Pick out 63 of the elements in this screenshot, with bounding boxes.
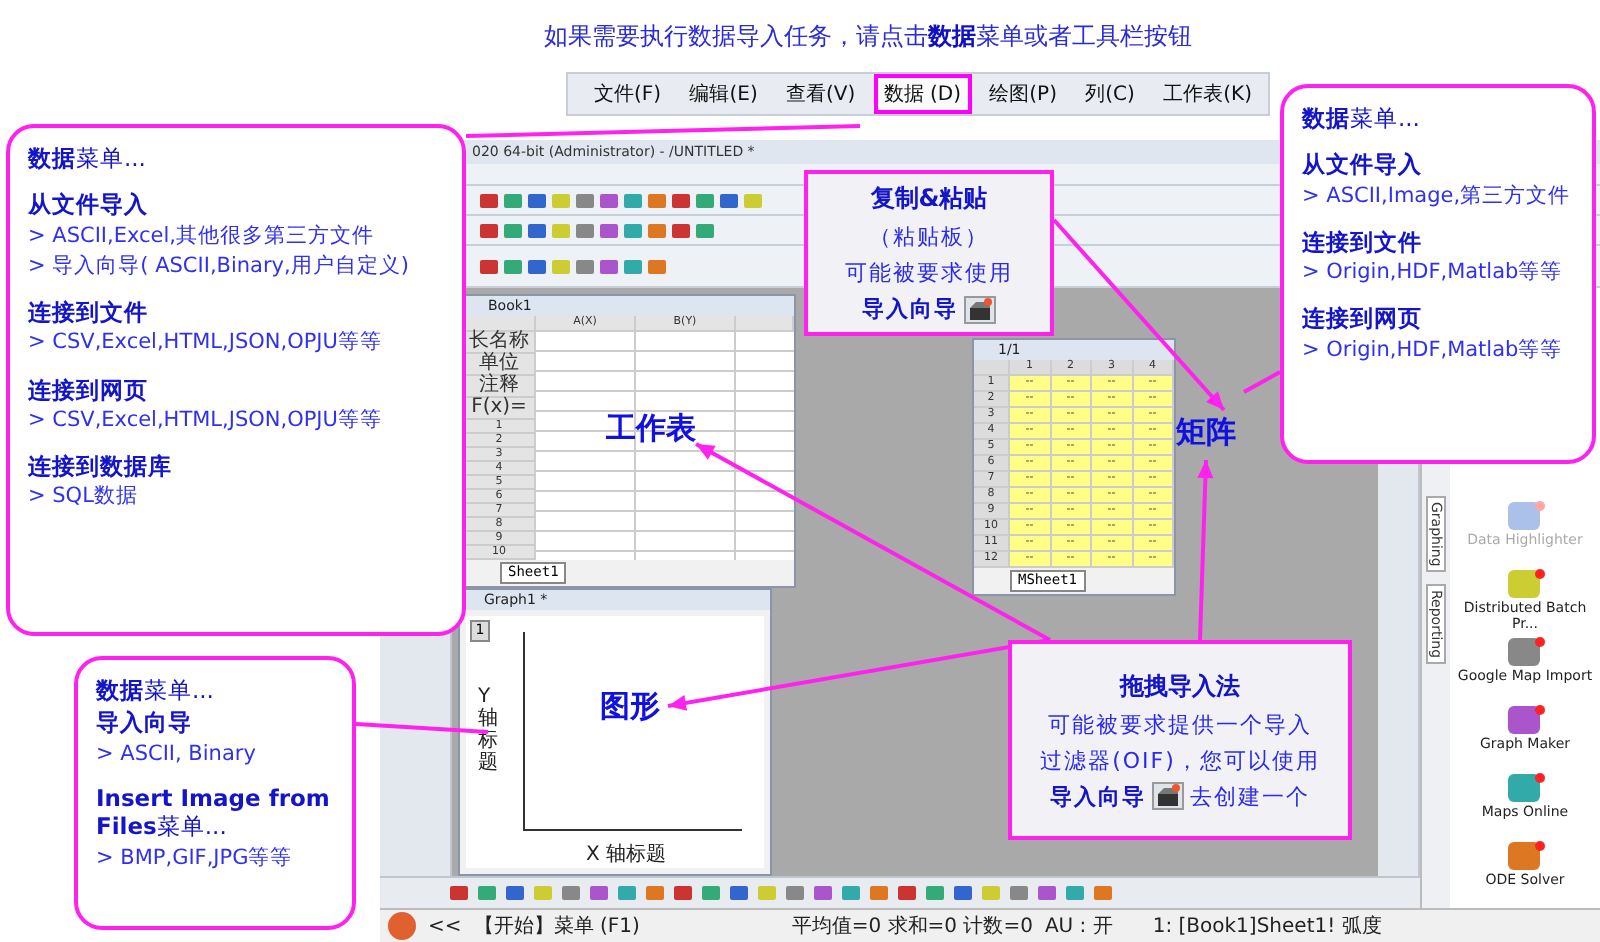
callout-text: 去创建一个 <box>1190 781 1310 811</box>
table-cell <box>464 316 536 332</box>
menu-item[interactable]: 工作表(K) <box>1153 74 1262 114</box>
callout-item: > CSV,Excel,HTML,JSON,OPJU等等 <box>28 330 384 357</box>
callout-heading: 连接到网页 <box>1302 304 1424 334</box>
callout-title: 复制&粘贴 <box>870 182 988 216</box>
row-header: F(x)= <box>464 398 536 420</box>
callout-item: > Origin,HDF,Matlab等等 <box>1302 260 1565 287</box>
callout-item: > CSV,Excel,HTML,JSON,OPJU等等 <box>28 407 384 434</box>
window-type-label: 矩阵 <box>1176 414 1236 452</box>
status-sheet: 1: [Book1]Sheet1! 弧度 <box>1152 913 1382 940</box>
callout-text: 导入向导 <box>1050 781 1146 811</box>
callout-item: > Origin,HDF,Matlab等等 <box>1302 337 1565 364</box>
menu-item[interactable]: 绘图(P) <box>979 74 1067 114</box>
app-icon[interactable] <box>1505 772 1545 804</box>
import-wizard-icon <box>1152 782 1184 810</box>
callout-heading: 连接到文件 <box>28 298 150 327</box>
menu-item[interactable]: 编辑(E) <box>679 74 768 114</box>
callout-heading: 连接到数据库 <box>28 452 174 481</box>
callout-title: 拖拽导入法 <box>1120 669 1240 703</box>
x-axis-title: X 轴标题 <box>586 841 667 868</box>
callout-heading: 数据菜单... <box>28 144 148 173</box>
app-icon[interactable] <box>1505 500 1545 532</box>
callout-heading: 连接到网页 <box>28 375 150 404</box>
menu-item[interactable]: 文件(F) <box>584 74 672 114</box>
callout-item: > ASCII, Binary <box>96 741 258 768</box>
callout-item: > BMP,GIF,JPG等等 <box>96 845 295 872</box>
menu-item[interactable]: 查看(V) <box>776 74 866 114</box>
callout-text: 过滤器(OIF)，您可以使用 <box>1040 745 1320 775</box>
callout-text: （粘贴板） <box>869 222 989 252</box>
callout-heading: 从文件导入 <box>28 190 150 220</box>
status-hint: 【开始】菜单 (F1) <box>473 913 640 940</box>
app-icon[interactable] <box>1505 568 1545 600</box>
table-cell <box>736 316 794 332</box>
collapse-button[interactable]: << <box>428 915 462 937</box>
row-header: 注释 <box>464 376 536 398</box>
callout-text: 导入向导 <box>862 294 958 324</box>
app-icon[interactable] <box>1505 840 1545 872</box>
status-stats: 平均值=0 求和=0 计数=0 <box>791 913 1033 940</box>
table-cell <box>974 360 1010 376</box>
callout-heading: Insert Image from Files菜单... <box>96 783 332 842</box>
callout-item: > ASCII,Excel,其他很多第三方文件 <box>28 223 376 250</box>
callout-item: > 导入向导( ASCII,Binary,用户自定义) <box>28 253 411 280</box>
callout-heading: 数据菜单... <box>96 676 216 705</box>
callout-text: 可能被要求提供一个导入 <box>1048 709 1312 739</box>
menu-item[interactable]: 数据 (D) <box>873 74 971 114</box>
status-au: AU : 开 <box>1044 914 1113 940</box>
row-header: 长名称 <box>464 332 536 354</box>
callout-heading: 连接到文件 <box>1302 227 1424 257</box>
callout-heading: 导入向导 <box>96 708 194 738</box>
window-type-label: 工作表 <box>606 410 696 448</box>
start-orb-icon[interactable] <box>388 912 416 940</box>
callout-text: 可能被要求使用 <box>845 258 1013 288</box>
callout-item: > SQL数据 <box>28 484 140 511</box>
menu-item[interactable]: 列(C) <box>1075 74 1145 114</box>
callout-item: > ASCII,Image,第三方文件 <box>1302 183 1573 210</box>
window-type-label: 图形 <box>600 688 660 726</box>
app-icon[interactable] <box>1505 704 1545 736</box>
import-wizard-icon <box>964 295 996 323</box>
instruction-heading: 如果需要执行数据导入任务，请点击数据菜单或者工具栏按钮 <box>544 19 1192 53</box>
row-header: 单位 <box>464 354 536 376</box>
app-icon[interactable] <box>1505 636 1545 668</box>
callout-heading: 数据菜单... <box>1302 104 1422 133</box>
